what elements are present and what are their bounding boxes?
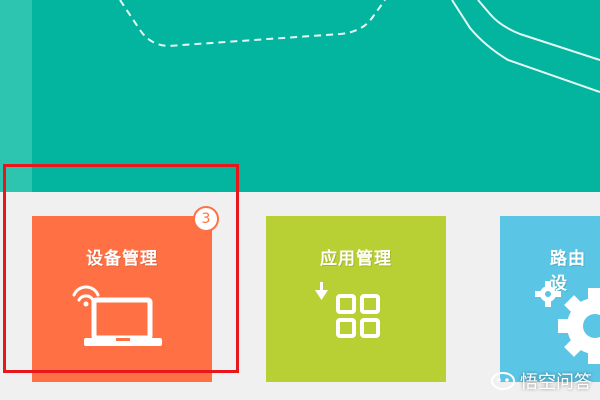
highlight-annotation — [3, 164, 239, 373]
wukong-logo-icon — [491, 372, 515, 390]
gear-icon — [535, 281, 600, 364]
router-settings-tile[interactable]: 路由设 — [500, 216, 600, 382]
app-grid-download-icon — [315, 282, 380, 338]
watermark-text: 悟空问答 — [520, 372, 592, 393]
watermark: 悟空问答 — [490, 368, 592, 394]
app-management-tile[interactable]: 应用管理 — [266, 216, 446, 382]
